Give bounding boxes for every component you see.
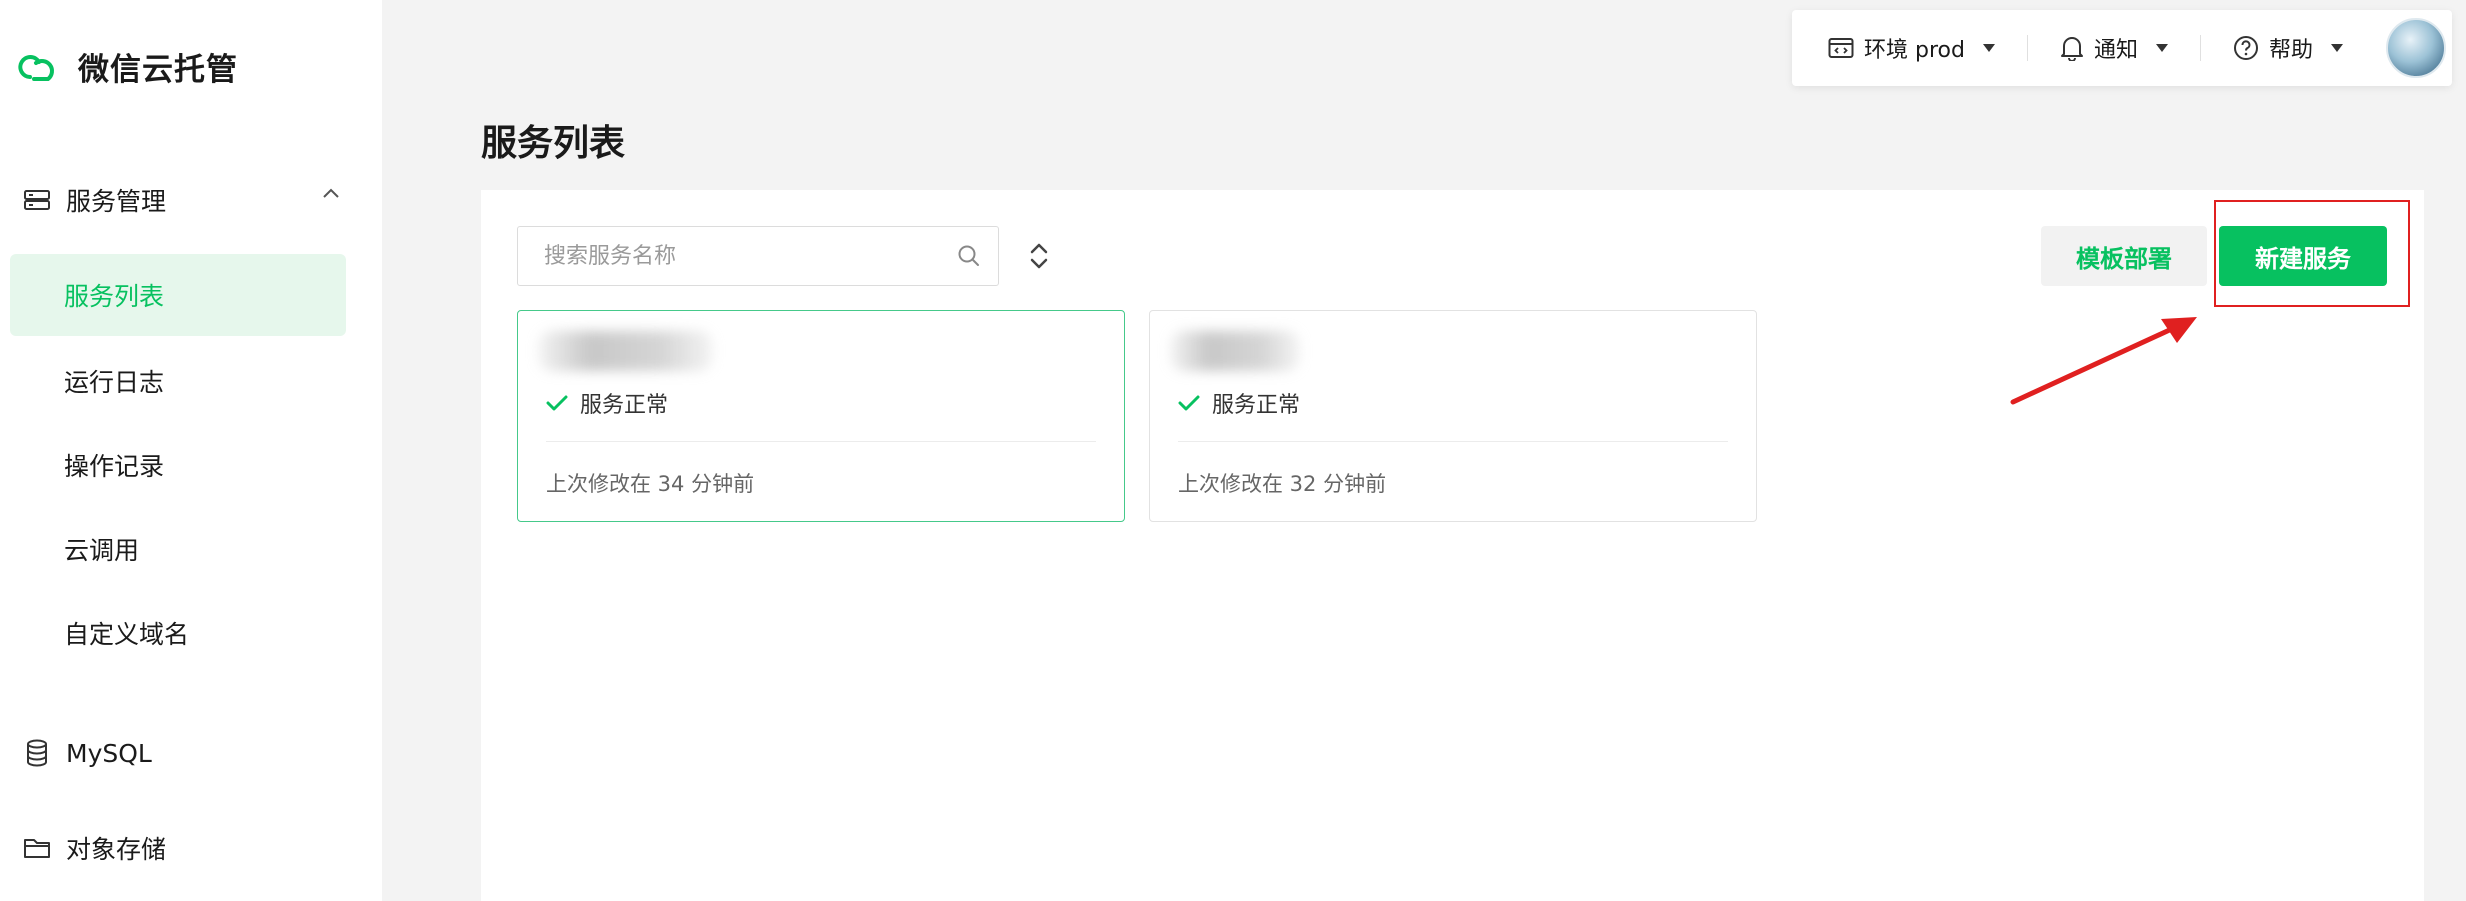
folder-icon xyxy=(22,833,52,863)
page-title: 服务列表 xyxy=(481,123,626,164)
user-avatar[interactable] xyxy=(2386,18,2446,78)
sidebar-group-label: 对象存储 xyxy=(66,835,167,864)
annotation-arrow-icon xyxy=(2010,317,2197,405)
notifications-label: 通知 xyxy=(2093,38,2138,63)
card-divider xyxy=(546,441,1096,442)
brand[interactable]: 微信云托管 xyxy=(16,44,238,89)
sidebar-group-services[interactable]: 服务管理 xyxy=(22,172,342,228)
check-icon xyxy=(546,395,568,411)
brand-name: 微信云托管 xyxy=(78,52,238,88)
caret-down-icon xyxy=(2330,44,2343,52)
sort-icon[interactable] xyxy=(1025,240,1053,272)
search-input[interactable] xyxy=(542,242,922,270)
help-icon xyxy=(2233,36,2258,60)
toolbar-divider xyxy=(2026,35,2028,61)
caret-down-icon xyxy=(1982,44,1995,52)
environment-icon xyxy=(1828,38,1854,58)
service-list-panel: 模板部署 新建服务 服务正常 上次修改在 34 分钟前 服务正常 上次修改在 3… xyxy=(481,190,2424,901)
service-status: 服务正常 xyxy=(546,387,668,419)
service-card[interactable]: 服务正常 上次修改在 34 分钟前 xyxy=(517,310,1125,522)
sidebar-item-service-list[interactable]: 服务列表 xyxy=(10,254,346,336)
sidebar-item-label: 云调用 xyxy=(64,536,140,565)
toolbar-divider xyxy=(2199,35,2201,61)
environment-label: 环境 prod xyxy=(1864,38,1965,63)
environment-selector[interactable]: 环境 prod xyxy=(1828,32,1995,64)
cloud-logo-icon xyxy=(18,54,54,81)
sidebar-item-cloud-call[interactable]: 云调用 xyxy=(10,508,346,590)
service-name-redacted xyxy=(1170,331,1300,371)
sidebar-item-label: 操作记录 xyxy=(64,452,165,481)
sidebar-group-label: MySQL xyxy=(66,738,152,768)
sidebar-item-run-logs[interactable]: 运行日志 xyxy=(10,340,346,422)
notifications-menu[interactable]: 通知 xyxy=(2060,32,2168,64)
sidebar-group-mysql[interactable]: MySQL xyxy=(22,725,342,781)
top-toolbar: 环境 prod 通知 帮助 xyxy=(1792,10,2452,86)
search-icon[interactable] xyxy=(956,243,982,269)
last-modified: 上次修改在 32 分钟前 xyxy=(1178,472,1387,496)
service-status-label: 服务正常 xyxy=(580,393,669,418)
help-label: 帮助 xyxy=(2268,38,2313,63)
check-icon xyxy=(1178,395,1200,411)
last-modified: 上次修改在 34 分钟前 xyxy=(546,472,755,496)
caret-down-icon xyxy=(2155,44,2168,52)
template-deploy-button[interactable]: 模板部署 xyxy=(2041,226,2207,286)
server-icon xyxy=(22,185,52,215)
card-divider xyxy=(1178,441,1728,442)
service-status-label: 服务正常 xyxy=(1212,393,1301,418)
annotation-highlight-box xyxy=(2214,200,2410,307)
sidebar-item-label: 服务列表 xyxy=(64,282,165,311)
bell-icon xyxy=(2060,37,2083,61)
database-icon xyxy=(22,738,52,768)
sidebar-group-label: 服务管理 xyxy=(66,187,167,216)
sidebar-item-operation-records[interactable]: 操作记录 xyxy=(10,424,346,506)
service-name-redacted xyxy=(538,331,713,371)
sidebar-item-label: 运行日志 xyxy=(64,368,165,397)
sidebar-group-storage[interactable]: 对象存储 xyxy=(22,820,342,876)
service-card[interactable]: 服务正常 上次修改在 32 分钟前 xyxy=(1149,310,1757,522)
sidebar: 微信云托管 服务管理 服务列表 运行日志 操作记录 云调用 自定义域名 MySQ… xyxy=(0,0,382,901)
sidebar-item-custom-domain[interactable]: 自定义域名 xyxy=(10,592,346,674)
chevron-up-icon[interactable] xyxy=(320,186,342,200)
search-box[interactable] xyxy=(517,226,999,286)
help-menu[interactable]: 帮助 xyxy=(2233,32,2343,64)
service-status: 服务正常 xyxy=(1178,387,1300,419)
sidebar-item-label: 自定义域名 xyxy=(64,620,190,649)
